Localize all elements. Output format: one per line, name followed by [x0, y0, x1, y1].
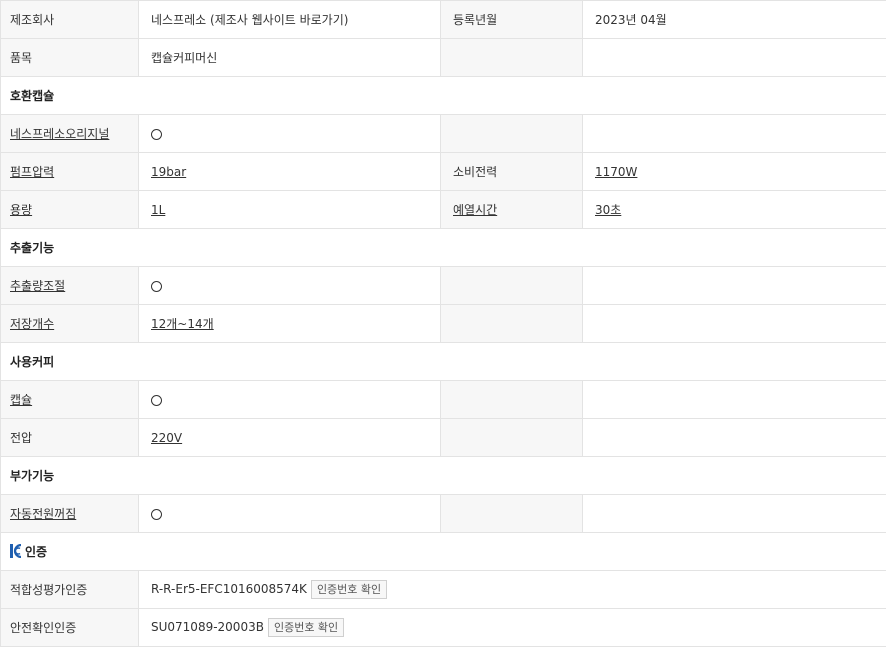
manufacturer-label: 제조회사	[0, 0, 139, 39]
voltage-label: 전압	[0, 418, 139, 457]
empty-label	[440, 266, 583, 305]
empty-value	[582, 494, 886, 533]
conformity-cert-value: R-R-Er5-EFC1016008574K 인증번호 확인	[138, 570, 886, 609]
table-row: 적합성평가인증 R-R-Er5-EFC1016008574K 인증번호 확인	[0, 570, 886, 609]
capsule-label[interactable]: 캡슐	[0, 380, 139, 419]
power-consumption-value[interactable]: 1170W	[582, 152, 886, 191]
empty-value	[582, 380, 886, 419]
section-header: 사용커피	[0, 342, 886, 381]
capsule-value	[138, 380, 441, 419]
section-extraction: 추출기능	[0, 228, 886, 267]
preheat-time-label[interactable]: 예열시간	[440, 190, 583, 229]
empty-label	[440, 380, 583, 419]
table-row: 펌프압력 19bar 소비전력 1170W	[0, 152, 886, 191]
capacity-label[interactable]: 용량	[0, 190, 139, 229]
auto-power-off-value	[138, 494, 441, 533]
empty-label	[440, 418, 583, 457]
registered-date-value: 2023년 04월	[582, 0, 886, 39]
capacity-value[interactable]: 1L	[138, 190, 441, 229]
storage-count-value-link[interactable]: 12개~14개	[151, 317, 214, 331]
circle-mark-icon	[151, 394, 162, 406]
table-row: 자동전원꺼짐	[0, 494, 886, 533]
table-row: 저장개수 12개~14개	[0, 304, 886, 343]
empty-label	[440, 304, 583, 343]
extraction-control-label[interactable]: 추출량조절	[0, 266, 139, 305]
capacity-link[interactable]: 용량	[10, 203, 32, 217]
circle-mark-icon	[151, 508, 162, 520]
nespresso-original-label[interactable]: 네스프레소오리지널	[0, 114, 139, 153]
capacity-value-link[interactable]: 1L	[151, 203, 165, 217]
section-header: 부가기능	[0, 456, 886, 495]
preheat-time-value[interactable]: 30초	[582, 190, 886, 229]
pump-pressure-link[interactable]: 펌프압력	[10, 165, 54, 179]
auto-power-off-link[interactable]: 자동전원꺼짐	[10, 507, 76, 521]
circle-mark-icon	[151, 128, 162, 140]
table-row: 안전확인인증 SU071089-20003B 인증번호 확인	[0, 608, 886, 647]
empty-value	[582, 266, 886, 305]
pump-pressure-value-link[interactable]: 19bar	[151, 165, 186, 179]
kc-mark-icon	[10, 543, 22, 561]
section-header: 호환캡슐	[0, 76, 886, 115]
registered-date-label: 등록년월	[440, 0, 583, 39]
capsule-link[interactable]: 캡슐	[10, 393, 32, 407]
section-header: 인증	[0, 532, 886, 571]
empty-label	[440, 114, 583, 153]
pump-pressure-label[interactable]: 펌프압력	[0, 152, 139, 191]
table-row: 네스프레소오리지널	[0, 114, 886, 153]
empty-value	[582, 38, 886, 77]
empty-value	[582, 418, 886, 457]
safety-cert-value: SU071089-20003B 인증번호 확인	[138, 608, 886, 647]
preheat-time-link[interactable]: 예열시간	[453, 203, 497, 217]
pump-pressure-value[interactable]: 19bar	[138, 152, 441, 191]
storage-count-link[interactable]: 저장개수	[10, 317, 54, 331]
verify-cert-button[interactable]: 인증번호 확인	[267, 618, 345, 637]
power-consumption-label: 소비전력	[440, 152, 583, 191]
table-row: 품목 캡슐커피머신	[0, 38, 886, 77]
manufacturer-value[interactable]: 네스프레소 (제조사 웹사이트 바로가기)	[138, 0, 441, 39]
section-header: 추출기능	[0, 228, 886, 267]
certification-title: 인증	[25, 544, 48, 559]
table-row: 용량 1L 예열시간 30초	[0, 190, 886, 229]
voltage-value-link[interactable]: 220V	[151, 431, 182, 445]
verify-cert-button[interactable]: 인증번호 확인	[310, 580, 388, 599]
nespresso-original-link[interactable]: 네스프레소오리지널	[10, 127, 109, 141]
nespresso-original-value	[138, 114, 441, 153]
conformity-cert-number: R-R-Er5-EFC1016008574K	[151, 582, 307, 596]
safety-cert-number: SU071089-20003B	[151, 620, 264, 634]
section-compatible-capsule: 호환캡슐	[0, 76, 886, 115]
empty-label	[440, 38, 583, 77]
table-row: 캡슐	[0, 380, 886, 419]
conformity-cert-label: 적합성평가인증	[0, 570, 139, 609]
section-certification: 인증	[0, 532, 886, 571]
safety-cert-label: 안전확인인증	[0, 608, 139, 647]
table-row: 제조회사 네스프레소 (제조사 웹사이트 바로가기) 등록년월 2023년 04…	[0, 0, 886, 39]
table-row: 추출량조절	[0, 266, 886, 305]
extraction-control-link[interactable]: 추출량조절	[10, 279, 65, 293]
preheat-time-value-link[interactable]: 30초	[595, 203, 621, 217]
empty-value	[582, 304, 886, 343]
spec-table: 제조회사 네스프레소 (제조사 웹사이트 바로가기) 등록년월 2023년 04…	[0, 0, 886, 647]
auto-power-off-label[interactable]: 자동전원꺼짐	[0, 494, 139, 533]
section-extra-features: 부가기능	[0, 456, 886, 495]
voltage-value[interactable]: 220V	[138, 418, 441, 457]
table-row: 전압 220V	[0, 418, 886, 457]
storage-count-label[interactable]: 저장개수	[0, 304, 139, 343]
empty-value	[582, 114, 886, 153]
category-label: 품목	[0, 38, 139, 77]
storage-count-value[interactable]: 12개~14개	[138, 304, 441, 343]
section-coffee-type: 사용커피	[0, 342, 886, 381]
extraction-control-value	[138, 266, 441, 305]
circle-mark-icon	[151, 280, 162, 292]
empty-label	[440, 494, 583, 533]
category-value: 캡슐커피머신	[138, 38, 441, 77]
power-consumption-value-link[interactable]: 1170W	[595, 165, 637, 179]
